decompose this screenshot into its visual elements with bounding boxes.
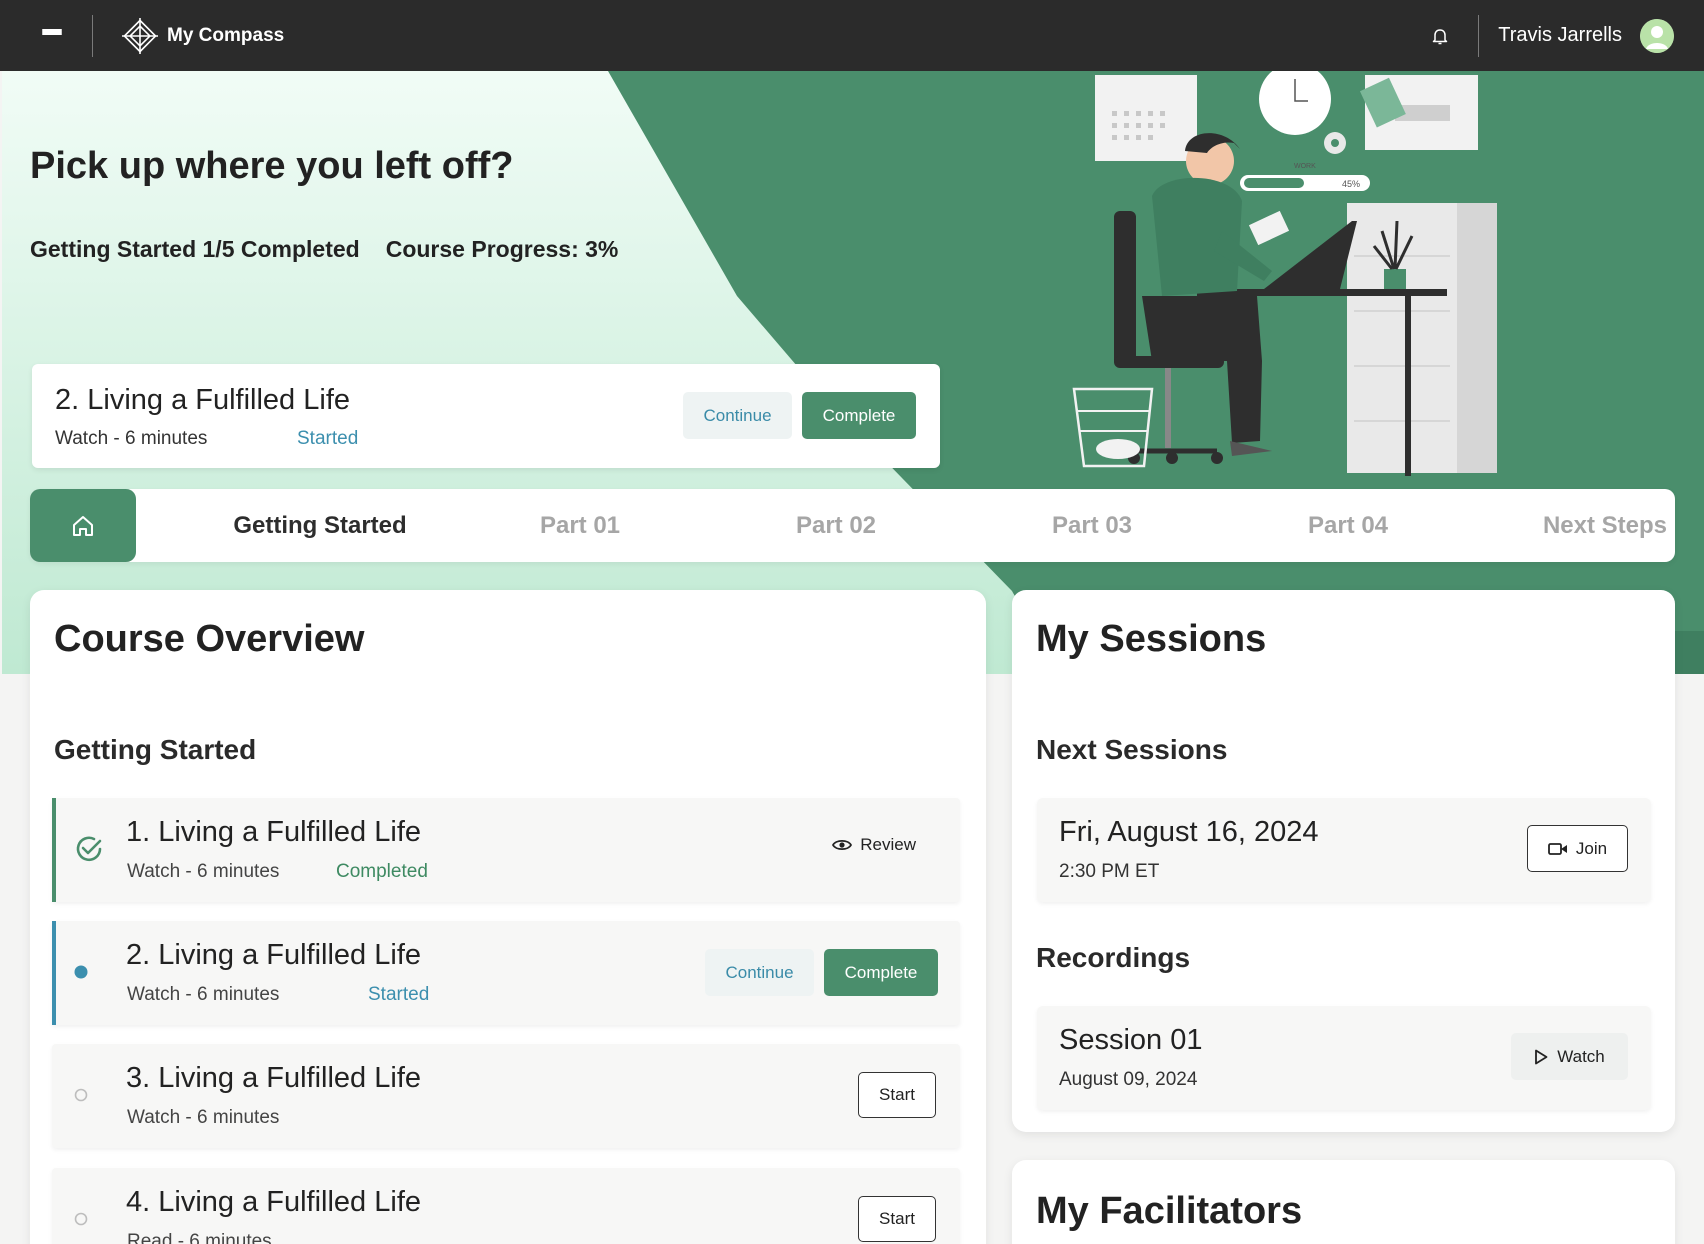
lesson-meta: Watch - 6 minutes (127, 984, 280, 1005)
session-time: 2:30 PM ET (1059, 861, 1160, 882)
status-bar (52, 921, 56, 1025)
list-item[interactable]: 3. Living a Fulfilled Life Watch - 6 min… (52, 1044, 960, 1148)
app-name: My Compass (167, 24, 285, 46)
tab-part-04[interactable]: Part 04 (1218, 489, 1478, 562)
app-logo[interactable]: My Compass (119, 15, 284, 57)
section-title: Getting Started (54, 734, 257, 765)
lesson-status: Started (368, 984, 430, 1005)
tab-next-steps[interactable]: Next Steps (1470, 489, 1704, 562)
not-started-circle-icon (74, 1088, 88, 1102)
review-button[interactable]: Review (832, 835, 916, 855)
course-overview-panel: Course Overview Getting Started 1. Livin… (30, 590, 986, 1244)
complete-button[interactable]: Complete (802, 392, 916, 439)
hero-banner: WORK 45% Pick up where you left off? Get… (2, 71, 1704, 674)
not-started-circle-icon (74, 1212, 88, 1226)
watch-button[interactable]: Watch (1511, 1033, 1628, 1080)
next-sessions-title: Next Sessions (1036, 734, 1228, 765)
divider (92, 14, 93, 57)
recording-title: Session 01 (1059, 1024, 1203, 1056)
join-label: Join (1575, 838, 1608, 858)
home-icon (73, 515, 93, 536)
course-progress-text: Course Progress: 3% (385, 236, 619, 262)
tab-home[interactable] (30, 489, 136, 562)
next-session-card: Fri, August 16, 2024 2:30 PM ET Join (1037, 798, 1651, 902)
divider (1478, 14, 1480, 57)
bell-icon (1433, 28, 1448, 44)
video-camera-icon (1548, 842, 1567, 855)
join-button[interactable]: Join (1527, 825, 1628, 872)
section-progress-text: Getting Started 1/5 Completed (30, 236, 360, 262)
check-circle-icon (76, 836, 102, 862)
tab-part-01[interactable]: Part 01 (450, 489, 710, 562)
session-date: Fri, August 16, 2024 (1059, 816, 1319, 848)
current-lesson-status: Started (297, 428, 359, 449)
compass-logo-icon (122, 17, 158, 54)
lesson-title: 4. Living a Fulfilled Life (126, 1186, 421, 1218)
my-sessions-panel: My Sessions Next Sessions Fri, August 16… (1012, 590, 1675, 1132)
list-item[interactable]: 2. Living a Fulfilled Life Watch - 6 min… (52, 921, 960, 1025)
recording-date: August 09, 2024 (1059, 1069, 1198, 1090)
menu-icon (42, 28, 62, 43)
play-icon (1535, 1049, 1548, 1064)
tab-getting-started[interactable]: Getting Started (180, 489, 460, 562)
course-overview-title: Course Overview (54, 618, 365, 660)
continue-button[interactable]: Continue (683, 392, 792, 439)
lesson-title: 3. Living a Fulfilled Life (126, 1062, 421, 1094)
lesson-status: Completed (336, 861, 428, 882)
start-button[interactable]: Start (858, 1072, 936, 1118)
notifications-button[interactable] (1420, 16, 1460, 56)
hamburger-menu-button[interactable] (26, 10, 78, 62)
lesson-meta: Watch - 6 minutes (127, 861, 280, 882)
lesson-meta: Read - 6 minutes (127, 1231, 272, 1244)
current-lesson-card: 2. Living a Fulfilled Life Watch - 6 min… (32, 364, 940, 468)
current-lesson-meta: Watch - 6 minutes (55, 428, 208, 449)
current-lesson-title: 2. Living a Fulfilled Life (55, 384, 350, 416)
in-progress-dot-icon (74, 965, 88, 979)
my-facilitators-panel: My Facilitators (1012, 1160, 1675, 1244)
review-label: Review (860, 835, 916, 854)
continue-button[interactable]: Continue (705, 949, 814, 996)
watch-label: Watch (1557, 1046, 1605, 1066)
illustration-progress: 45% (1342, 179, 1360, 189)
my-sessions-title: My Sessions (1036, 618, 1267, 660)
list-item[interactable]: 4. Living a Fulfilled Life Read - 6 minu… (52, 1168, 960, 1244)
lesson-title: 1. Living a Fulfilled Life (126, 816, 421, 848)
tab-part-02[interactable]: Part 02 (706, 489, 966, 562)
eye-icon (832, 839, 853, 851)
hero-progress-stats: Getting Started 1/5 Completed Course Pro… (30, 236, 618, 263)
lesson-title: 2. Living a Fulfilled Life (126, 939, 421, 971)
start-button[interactable]: Start (858, 1196, 936, 1242)
lesson-meta: Watch - 6 minutes (127, 1107, 280, 1128)
user-avatar-icon (1640, 18, 1674, 53)
complete-button[interactable]: Complete (824, 949, 938, 996)
recordings-title: Recordings (1036, 942, 1191, 973)
recording-card: Session 01 August 09, 2024 Watch (1037, 1006, 1651, 1110)
avatar[interactable] (1640, 18, 1674, 53)
tab-part-03[interactable]: Part 03 (962, 489, 1222, 562)
user-name[interactable]: Travis Jarrells (1498, 24, 1622, 47)
course-tabs: Getting Started Part 01 Part 02 Part 03 … (30, 489, 1675, 562)
hero-title: Pick up where you left off? (30, 145, 514, 187)
my-facilitators-title: My Facilitators (1036, 1190, 1303, 1232)
illustration-label: WORK (1294, 163, 1316, 170)
status-bar (52, 798, 56, 902)
top-navigation-bar: My Compass Travis Jarrells (0, 0, 1704, 71)
list-item[interactable]: 1. Living a Fulfilled Life Watch - 6 min… (52, 798, 960, 902)
